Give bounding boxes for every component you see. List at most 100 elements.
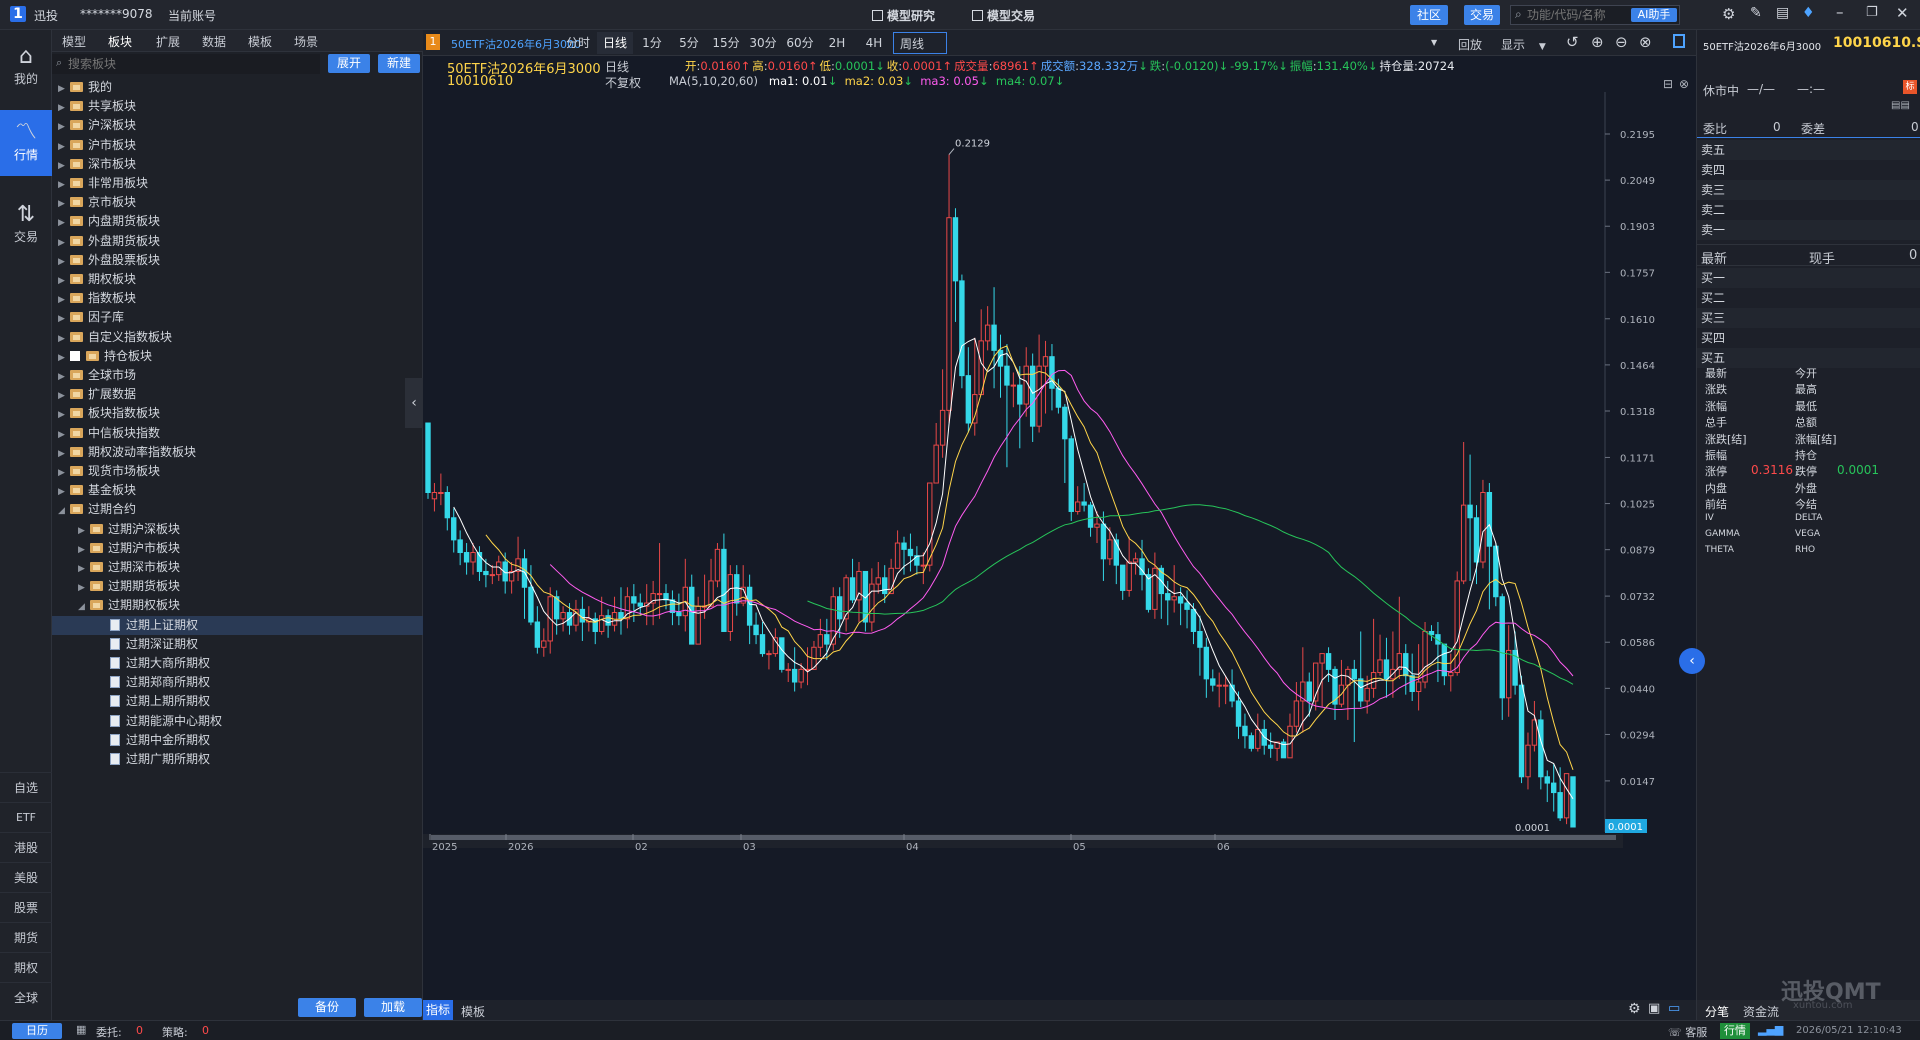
ai-assistant-button[interactable]: AI助手 (1631, 8, 1677, 22)
tab-model[interactable]: 模型 (62, 33, 86, 50)
expand-right-icon[interactable]: ▶ (58, 387, 70, 406)
tree-item[interactable]: ▶ 中信板块指数 (52, 424, 423, 443)
expand-right-icon[interactable]: ▶ (58, 234, 70, 253)
expand-right-icon[interactable]: ▶ (78, 522, 90, 541)
expand-button[interactable]: 展开 (328, 54, 370, 73)
market-status-badge[interactable]: 行情 (1720, 1023, 1750, 1039)
tree-item[interactable]: 过期深证期权 (52, 635, 423, 654)
new-button[interactable]: 新建 (378, 54, 420, 73)
collapse-panel-left-icon[interactable]: ‹ (405, 378, 423, 428)
restore-icon[interactable]: ❐ (1866, 5, 1878, 20)
tree-item[interactable]: ◢ 过期期权板块 (52, 596, 423, 615)
period-5[interactable]: 30分 (745, 32, 781, 54)
tree-item[interactable]: 过期郑商所期权 (52, 673, 423, 692)
expand-right-icon[interactable]: ▶ (58, 118, 70, 137)
tree-item[interactable]: ▶ 沪市板块 (52, 136, 423, 155)
tree-item[interactable]: ▶ 扩展数据 (52, 385, 423, 404)
bid-row[interactable]: 买一 (1697, 268, 1920, 288)
expand-right-icon[interactable]: ▶ (58, 426, 70, 445)
tree-item[interactable]: ▶ 共享板块 (52, 97, 423, 116)
model-trading-menu[interactable]: 模型交易 (972, 7, 1035, 24)
tree-item[interactable]: ▶ 内盘期货板块 (52, 212, 423, 231)
period-9[interactable]: 周线 (893, 32, 947, 54)
edit-icon[interactable]: ✎ (1750, 5, 1762, 21)
period-4[interactable]: 15分 (708, 32, 744, 54)
tree-item[interactable]: 过期上期所期权 (52, 692, 423, 711)
nav-options[interactable]: 期权 (0, 952, 52, 982)
tree-item[interactable]: 过期大商所期权 (52, 654, 423, 673)
tree-item[interactable]: ▶ 持仓板块 (52, 347, 423, 366)
adjust-label[interactable]: 不复权 (605, 74, 641, 91)
expand-right-icon[interactable]: ▶ (58, 80, 70, 99)
period-3[interactable]: 5分 (671, 32, 707, 54)
tree-item[interactable]: ▶ 京市板块 (52, 193, 423, 212)
period-7[interactable]: 2H (819, 32, 855, 54)
tree-item[interactable]: ◢ 过期合约 (52, 500, 423, 519)
period-2[interactable]: 1分 (634, 32, 670, 54)
chart-tab-index[interactable]: 1 (426, 34, 440, 50)
template-tab[interactable]: 模板 (461, 1003, 485, 1020)
chart-config-icon[interactable]: ⊟ (1663, 77, 1673, 91)
tree-item[interactable]: 过期能源中心期权 (52, 712, 423, 731)
global-search[interactable]: ⌕ AI助手 (1510, 5, 1680, 25)
ask-row[interactable]: 卖二 (1697, 200, 1920, 220)
backup-button[interactable]: 备份 (298, 998, 356, 1017)
tree-item[interactable]: ▶ 期权波动率指数板块 (52, 443, 423, 462)
nav-hk[interactable]: 港股 (0, 832, 52, 862)
expand-right-icon[interactable]: ▶ (78, 560, 90, 579)
tree-item[interactable]: 过期广期所期权 (52, 750, 423, 769)
kline-chart[interactable]: 0.2195 0.2049 0.1903 0.1757 0.1610 0.1464 0.13… (423, 92, 1696, 1040)
expand-right-icon[interactable]: ▶ (58, 214, 70, 233)
expand-right-icon[interactable]: ‹ (1679, 648, 1705, 674)
nav-mine[interactable]: ⌂ 我的 (0, 44, 52, 94)
expand-right-icon[interactable]: ▶ (58, 195, 70, 214)
nav-us[interactable]: 美股 (0, 862, 52, 892)
bid-row[interactable]: 买三 (1697, 308, 1920, 328)
close-icon[interactable]: ✕ (1896, 4, 1909, 22)
panel-toggle-icon[interactable] (1673, 34, 1685, 48)
bid-row[interactable]: 买四 (1697, 328, 1920, 348)
display-dropdown[interactable]: 显示 ▼ (1501, 36, 1546, 53)
zoom-out-icon[interactable]: ⊖ (1615, 33, 1628, 51)
tab-sector[interactable]: 板块 (108, 33, 132, 50)
tree-item[interactable]: ▶ 因子库 (52, 308, 423, 327)
tree-item[interactable]: ▶ 指数板块 (52, 289, 423, 308)
replay-button[interactable]: 回放 (1458, 36, 1482, 53)
nav-global[interactable]: 全球 (0, 982, 52, 1012)
save-icon[interactable]: ▣ (1648, 1001, 1660, 1016)
expand-right-icon[interactable]: ▶ (58, 272, 70, 291)
period-8[interactable]: 4H (856, 32, 892, 54)
tab-ticks[interactable]: 分笔 (1705, 1003, 1729, 1020)
ask-row[interactable]: 卖三 (1697, 180, 1920, 200)
tree-item[interactable]: ▶ 非常用板块 (52, 174, 423, 193)
nav-futures[interactable]: 期货 (0, 922, 52, 952)
tree-item[interactable]: ▶ 现货市场板块 (52, 462, 423, 481)
expand-right-icon[interactable]: ▶ (58, 291, 70, 310)
tree-item[interactable]: 过期上证期权 (52, 615, 423, 635)
model-research-menu[interactable]: 模型研究 (872, 7, 935, 24)
checkbox-icon[interactable] (70, 350, 80, 361)
tree-item[interactable]: ▶ 我的 (52, 78, 423, 97)
period-0[interactable]: 分时 (560, 32, 596, 54)
expand-right-icon[interactable]: ▶ (78, 541, 90, 560)
tab-template[interactable]: 模板 (248, 33, 272, 50)
skin-shirt-icon[interactable]: ♦ (1802, 5, 1815, 21)
load-button[interactable]: 加载 (364, 998, 422, 1017)
tree-item[interactable]: ▶ 外盘期货板块 (52, 232, 423, 251)
tree-item[interactable]: ▶ 全球市场 (52, 366, 423, 385)
ask-row[interactable]: 卖一 (1697, 220, 1920, 240)
period-6[interactable]: 60分 (782, 32, 818, 54)
gear-icon[interactable]: ⚙ (1628, 1001, 1641, 1017)
expand-right-icon[interactable]: ▶ (58, 406, 70, 425)
expand-down-icon[interactable]: ◢ (78, 598, 90, 617)
expand-right-icon[interactable]: ▶ (58, 330, 70, 349)
tree-item[interactable]: ▶ 期权板块 (52, 270, 423, 289)
nav-trade[interactable]: ⇅ 交易 (0, 202, 52, 252)
expand-right-icon[interactable]: ▶ (78, 579, 90, 598)
sector-search[interactable]: ⌕ (52, 54, 320, 74)
nav-etf[interactable]: ETF (0, 802, 52, 832)
expand-right-icon[interactable]: ▶ (58, 157, 70, 176)
tab-scene[interactable]: 场景 (294, 33, 318, 50)
expand-right-icon[interactable]: ▶ (58, 483, 70, 502)
expand-right-icon[interactable]: ▶ (58, 445, 70, 464)
